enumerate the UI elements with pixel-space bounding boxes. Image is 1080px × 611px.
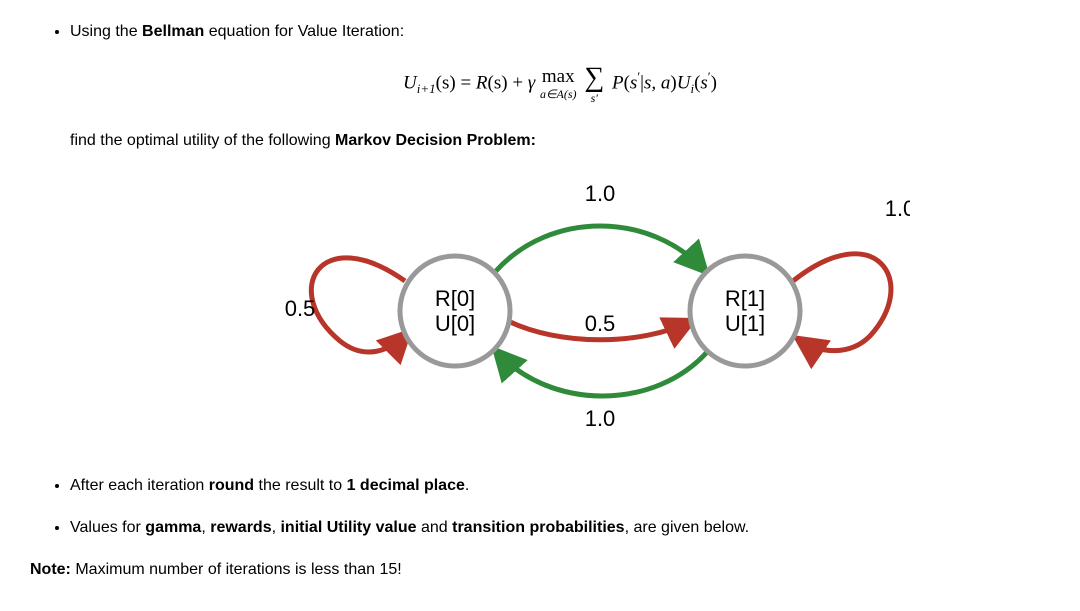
eq-U2: U bbox=[677, 72, 691, 93]
note-line: Note: Maximum number of iterations is le… bbox=[30, 558, 1050, 582]
eq-max-sub: a∈A(s) bbox=[540, 88, 576, 101]
eq-P: P bbox=[607, 72, 623, 93]
bullet-bellman: Using the Bellman equation for Value Ite… bbox=[70, 20, 1050, 449]
text: the result to bbox=[254, 477, 347, 494]
text: , bbox=[201, 519, 210, 536]
bellman-equation: Ui+1(s) = R(s) + γ maxa∈A(s) ∑s′ P(s′|s,… bbox=[70, 64, 1050, 104]
eq-U2-close: ) bbox=[711, 72, 717, 93]
bold-mdp: Markov Decision Problem: bbox=[335, 132, 536, 149]
eq-sum: ∑s′ bbox=[584, 64, 604, 104]
note-bold: Note: bbox=[30, 561, 71, 578]
text: equation for Value Iteration: bbox=[204, 23, 404, 40]
self-loop-right bbox=[793, 254, 891, 351]
arc-top-green bbox=[496, 226, 705, 271]
text: , are given below. bbox=[625, 519, 750, 536]
bold-rewards: rewards bbox=[210, 519, 271, 536]
state-1-reward: R[1] bbox=[725, 286, 765, 311]
state-0-reward: R[0] bbox=[435, 286, 475, 311]
bold-transition: transition probabilities bbox=[452, 519, 624, 536]
state-1-utility: U[1] bbox=[725, 311, 765, 336]
label-right: 1.0 bbox=[885, 196, 910, 221]
eq-R: R bbox=[476, 72, 488, 93]
text: . bbox=[465, 477, 469, 494]
eq-max-word: max bbox=[540, 67, 576, 88]
bullet-round: After each iteration round the result to… bbox=[70, 474, 1050, 498]
bullet-values: Values for gamma, rewards, initial Utili… bbox=[70, 516, 1050, 540]
label-top: 1.0 bbox=[585, 181, 616, 206]
bold-utility: initial Utility value bbox=[280, 519, 416, 536]
bold-bellman: Bellman bbox=[142, 23, 204, 40]
text: find the optimal utility of the followin… bbox=[70, 132, 335, 149]
mdp-svg: 0.5 1.0 0.5 1.0 1.0 R[0] U[0] bbox=[210, 171, 910, 441]
eq-s2: s bbox=[700, 72, 707, 93]
eq-sub: i+1 bbox=[417, 81, 436, 96]
eq-sigma-sub: s′ bbox=[584, 92, 604, 104]
arc-bottom-green bbox=[496, 351, 708, 396]
text: Values for bbox=[70, 519, 145, 536]
text: and bbox=[417, 519, 453, 536]
bold-gamma: gamma bbox=[145, 519, 201, 536]
eq-U: U bbox=[403, 72, 417, 93]
mdp-diagram: 0.5 1.0 0.5 1.0 1.0 R[0] U[0] bbox=[70, 171, 1050, 449]
eq-arg: (s) = bbox=[436, 72, 476, 93]
eq-max: maxa∈A(s) bbox=[540, 67, 576, 101]
self-loop-left bbox=[311, 258, 408, 352]
eq-gamma: γ bbox=[528, 72, 540, 93]
bold-decimal: 1 decimal place bbox=[347, 477, 465, 494]
line-mdp: find the optimal utility of the followin… bbox=[70, 129, 1050, 153]
text: After each iteration bbox=[70, 477, 209, 494]
bold-round: round bbox=[209, 477, 254, 494]
state-0-utility: U[0] bbox=[435, 311, 475, 336]
eq-sa: s, a bbox=[644, 72, 670, 93]
note-text: Maximum number of iterations is less tha… bbox=[71, 561, 402, 578]
label-mid: 0.5 bbox=[585, 311, 616, 336]
label-left: 0.5 bbox=[285, 296, 316, 321]
text: Using the bbox=[70, 23, 142, 40]
eq-sigma: ∑ bbox=[584, 64, 604, 92]
label-bottom: 1.0 bbox=[585, 406, 616, 431]
eq-R-arg: (s) + bbox=[488, 72, 528, 93]
